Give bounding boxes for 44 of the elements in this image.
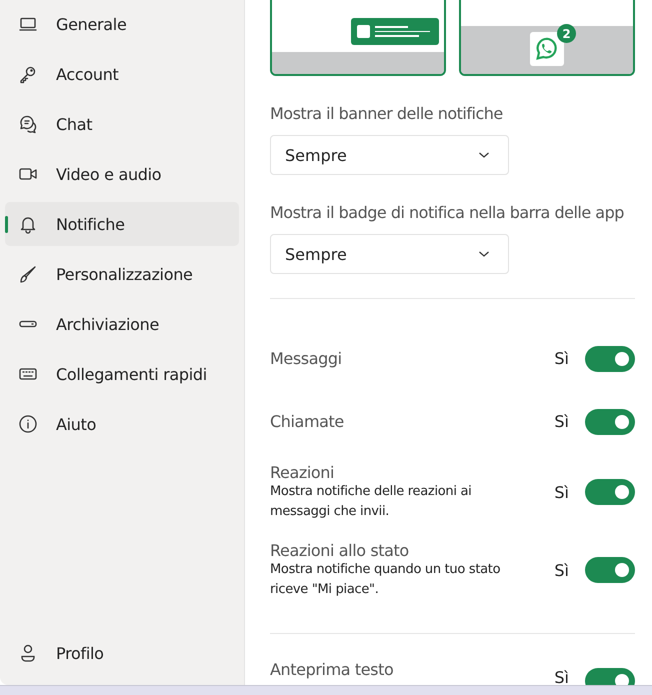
key-icon bbox=[20, 66, 36, 84]
sidebar-item[interactable]: Personalizzazione bbox=[5, 252, 239, 296]
toggle-switch[interactable] bbox=[585, 557, 635, 583]
setting-label: Mostra il banner delle notifiche bbox=[270, 104, 504, 123]
setting-description: Mostra notifiche delle reazioni ai messaggi che invii. bbox=[270, 482, 472, 520]
setting-title: Messaggi bbox=[270, 349, 343, 368]
sidebar-item[interactable]: Chat bbox=[5, 102, 239, 146]
toggle-switch[interactable] bbox=[585, 479, 635, 505]
video-camera-icon bbox=[19, 168, 37, 180]
preview-card[interactable]: 2 bbox=[459, 0, 635, 76]
toggle-switch[interactable] bbox=[585, 346, 635, 372]
setting-title: Reazioni allo stato bbox=[270, 540, 410, 560]
state-label: Sì bbox=[554, 560, 569, 580]
preview-card[interactable] bbox=[270, 0, 446, 76]
sidebar-item[interactable]: Video e audio bbox=[5, 152, 239, 196]
state-label: Sì bbox=[554, 412, 569, 431]
setting-title: Chiamate bbox=[270, 412, 345, 431]
sidebar-item[interactable]: Account bbox=[5, 52, 239, 96]
dropdown[interactable]: Sempre bbox=[270, 234, 509, 274]
sidebar-item[interactable]: Notifiche bbox=[5, 202, 239, 246]
setting-title: Anteprima testo bbox=[270, 660, 394, 679]
setting-title: Reazioni bbox=[270, 462, 336, 482]
count-badge: 2 bbox=[557, 24, 576, 43]
chat-icon bbox=[20, 116, 36, 134]
info-icon bbox=[19, 415, 37, 433]
dropdown[interactable]: Sempre bbox=[270, 135, 509, 175]
sidebar-item[interactable]: Aiuto bbox=[5, 402, 239, 446]
chevron-down-icon bbox=[478, 151, 490, 159]
profile-item[interactable]: Profilo bbox=[5, 631, 239, 676]
bell-icon bbox=[20, 217, 36, 234]
keyboard-icon bbox=[19, 368, 37, 380]
storage-icon bbox=[19, 320, 37, 328]
setting-description: Mostra notifiche quando un tuo stato riceve "Mi piace". bbox=[270, 560, 502, 598]
brush-icon bbox=[20, 266, 36, 283]
state-label: Sì bbox=[554, 349, 569, 368]
sidebar-item[interactable]: Generale bbox=[5, 2, 239, 46]
laptop-icon bbox=[19, 18, 37, 31]
state-label: Sì bbox=[554, 482, 569, 502]
chevron-down-icon bbox=[478, 250, 490, 258]
setting-label: Mostra il badge di notifica nella barra delle app bbox=[270, 203, 625, 222]
sidebar-item[interactable]: Archiviazione bbox=[5, 302, 239, 346]
state-label: Sì bbox=[554, 668, 569, 686]
sidebar-item[interactable]: Collegamenti rapidi bbox=[5, 352, 239, 396]
toggle-switch[interactable] bbox=[585, 408, 635, 434]
